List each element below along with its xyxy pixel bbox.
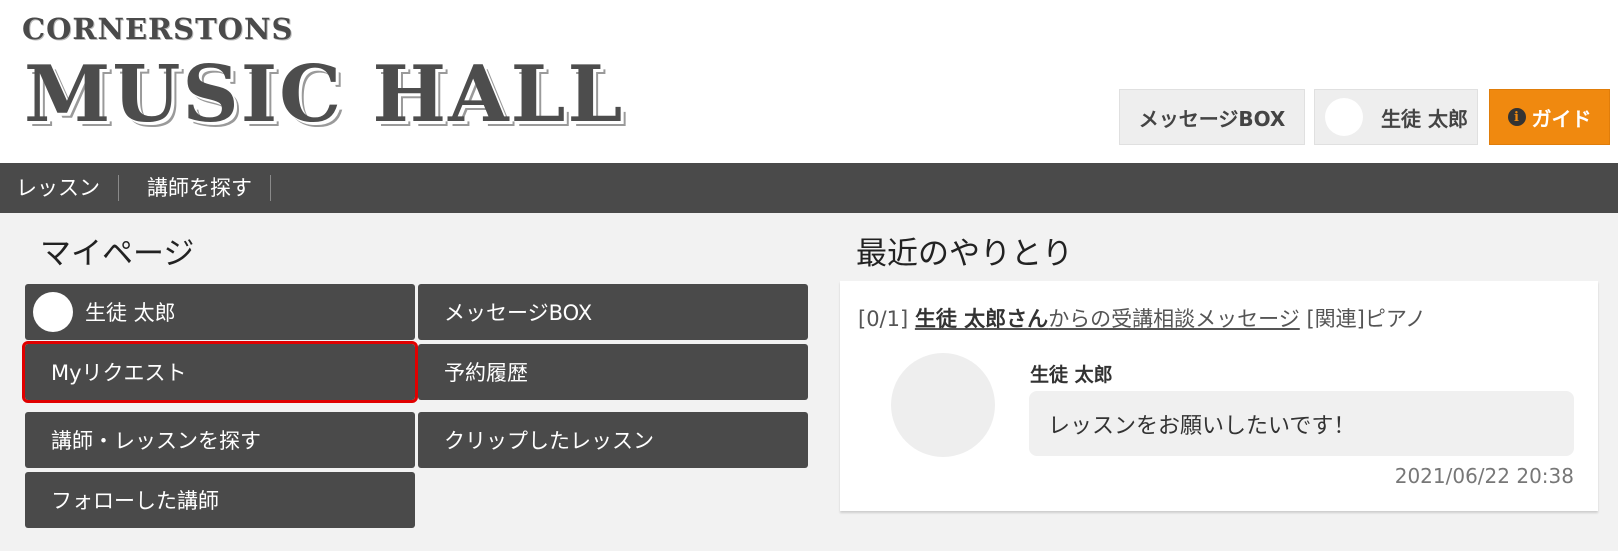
tile-label: 講師・レッスンを探す xyxy=(51,429,261,453)
avatar xyxy=(891,353,995,457)
recent-panel: [0/1] 生徒 太郎さんからの受講相談メッセージ [関連]ピアノ 生徒 太郎 … xyxy=(840,281,1598,511)
nav-item-lesson[interactable]: レッスン xyxy=(0,175,119,201)
tile-message-box[interactable]: メッセージBOX xyxy=(418,284,808,340)
nav-item-find-teacher[interactable]: 講師を探す xyxy=(119,175,271,201)
avatar xyxy=(33,292,73,332)
related-tag: [関連] xyxy=(1306,307,1365,331)
mypage-title: マイページ xyxy=(40,236,195,272)
guide-label: ガイド xyxy=(1531,106,1592,131)
info-icon: i xyxy=(1507,108,1526,126)
tile-label: Myリクエスト xyxy=(51,361,187,385)
thread-link[interactable]: 生徒 太郎さんからの受講相談メッセージ xyxy=(915,307,1300,331)
thread-count: [0/1] xyxy=(858,307,909,331)
tile-clipped-lessons[interactable]: クリップしたレッスン xyxy=(418,412,808,468)
header-user-name: 生徒 太郎 xyxy=(1381,106,1468,131)
tile-label: クリップしたレッスン xyxy=(444,429,654,453)
message-sender: 生徒 太郎 xyxy=(1030,364,1113,386)
tile-followed-teachers[interactable]: フォローした講師 xyxy=(25,472,415,528)
site-header: CORNERSTONS MUSIC HALL メッセージBOX 生徒 太郎 i … xyxy=(0,0,1618,163)
tile-label: メッセージBOX xyxy=(444,301,593,325)
tile-my-request[interactable]: Myリクエスト xyxy=(22,341,418,403)
avatar xyxy=(1325,98,1363,136)
tile-reservation-history[interactable]: 予約履歴 xyxy=(418,344,808,400)
logo-subtitle: CORNERSTONS xyxy=(22,12,294,46)
tile-label: 予約履歴 xyxy=(444,361,528,385)
logo-title[interactable]: MUSIC HALL xyxy=(24,56,624,134)
tile-label: フォローした講師 xyxy=(51,489,219,513)
header-message-box-label: メッセージBOX xyxy=(1138,106,1286,131)
header-message-box-button[interactable]: メッセージBOX xyxy=(1119,89,1305,145)
thread-link-text: からの受講相談メッセージ xyxy=(1048,307,1300,331)
message-bubble: レッスンをお願いしたいです！ xyxy=(1029,391,1574,456)
tile-find-teacher-lesson[interactable]: 講師・レッスンを探す xyxy=(25,412,415,468)
header-user-button[interactable]: 生徒 太郎 xyxy=(1314,89,1478,145)
guide-button[interactable]: i ガイド xyxy=(1489,89,1610,145)
tile-profile[interactable]: 生徒 太郎 xyxy=(25,284,415,340)
thread-line: [0/1] 生徒 太郎さんからの受講相談メッセージ [関連]ピアノ xyxy=(858,303,1426,333)
thread-sender: 生徒 太郎さん xyxy=(914,307,1049,331)
tile-label: 生徒 太郎 xyxy=(85,301,176,325)
recent-title: 最近のやりとり xyxy=(856,236,1073,272)
message-text: レッスンをお願いしたいです！ xyxy=(1048,413,1356,439)
related-value: ピアノ xyxy=(1364,307,1426,331)
message-timestamp: 2021/06/22 20:38 xyxy=(1394,464,1574,488)
main-nav: レッスン 講師を探す xyxy=(0,163,1618,213)
